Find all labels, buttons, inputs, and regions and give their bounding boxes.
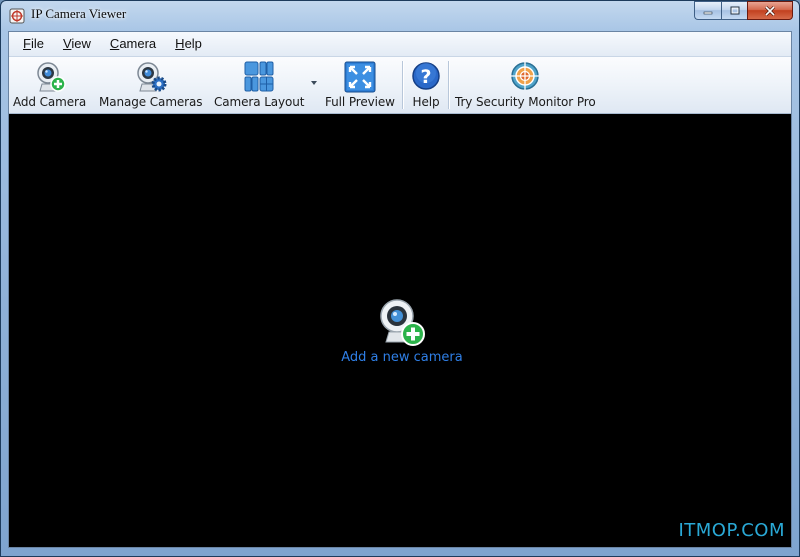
title-bar[interactable]: IP Camera Viewer: [1, 1, 799, 31]
menu-view[interactable]: View: [55, 33, 99, 55]
layout-dropdown-arrow[interactable]: [311, 81, 317, 85]
help-button[interactable]: ? Help: [409, 57, 443, 113]
webcam-add-icon: [33, 60, 67, 94]
toolbar: Add Camera Manage Cameras Camera Layout …: [9, 57, 791, 114]
try-security-monitor-pro-button[interactable]: Try Security Monitor Pro: [455, 57, 596, 113]
help-icon: ?: [409, 60, 443, 94]
minimize-button[interactable]: [694, 1, 721, 20]
window-title: IP Camera Viewer: [31, 6, 127, 21]
menu-camera[interactable]: Camera: [102, 33, 164, 55]
svg-text:?: ?: [420, 66, 431, 88]
fullscreen-icon: [343, 60, 377, 94]
toolbar-separator: [448, 61, 449, 109]
crosshair-icon: [508, 60, 542, 94]
camera-layout-label: Camera Layout: [214, 95, 305, 109]
add-camera-label: Add Camera: [13, 95, 87, 109]
client-area: File View Camera Help Add Camera Manage …: [8, 31, 792, 548]
close-icon: [764, 5, 776, 16]
camera-view-area[interactable]: Add a new camera ITMOP.COM: [9, 114, 791, 547]
add-new-camera-link[interactable]: Add a new camera: [337, 298, 467, 365]
grid-layout-icon: [242, 60, 276, 94]
watermark: ITMOP.COM: [678, 520, 785, 541]
add-camera-button[interactable]: Add Camera: [13, 57, 86, 113]
maximize-button[interactable]: [721, 1, 747, 20]
webcam-add-icon: [380, 299, 425, 346]
add-new-camera-label: Add a new camera: [341, 350, 463, 365]
minimize-icon: [703, 11, 713, 14]
menu-bar: File View Camera Help: [9, 32, 791, 57]
app-logo-icon: [9, 8, 25, 24]
toolbar-separator: [402, 61, 403, 109]
app-window: IP Camera Viewer File View Camera Help A…: [0, 0, 800, 557]
maximize-icon: [730, 6, 739, 14]
camera-layout-button[interactable]: Camera Layout: [214, 57, 305, 113]
menu-file[interactable]: File: [15, 33, 52, 55]
help-label: Help: [412, 95, 440, 109]
full-preview-button[interactable]: Full Preview: [325, 57, 395, 113]
manage-cameras-label: Manage Cameras: [99, 95, 203, 109]
caption-buttons: [694, 1, 793, 21]
close-button[interactable]: [747, 1, 793, 20]
menu-help[interactable]: Help: [167, 33, 210, 55]
manage-cameras-button[interactable]: Manage Cameras: [99, 57, 203, 113]
webcam-gear-icon: [134, 60, 168, 94]
try-security-monitor-pro-label: Try Security Monitor Pro: [455, 95, 596, 109]
full-preview-label: Full Preview: [325, 95, 395, 109]
